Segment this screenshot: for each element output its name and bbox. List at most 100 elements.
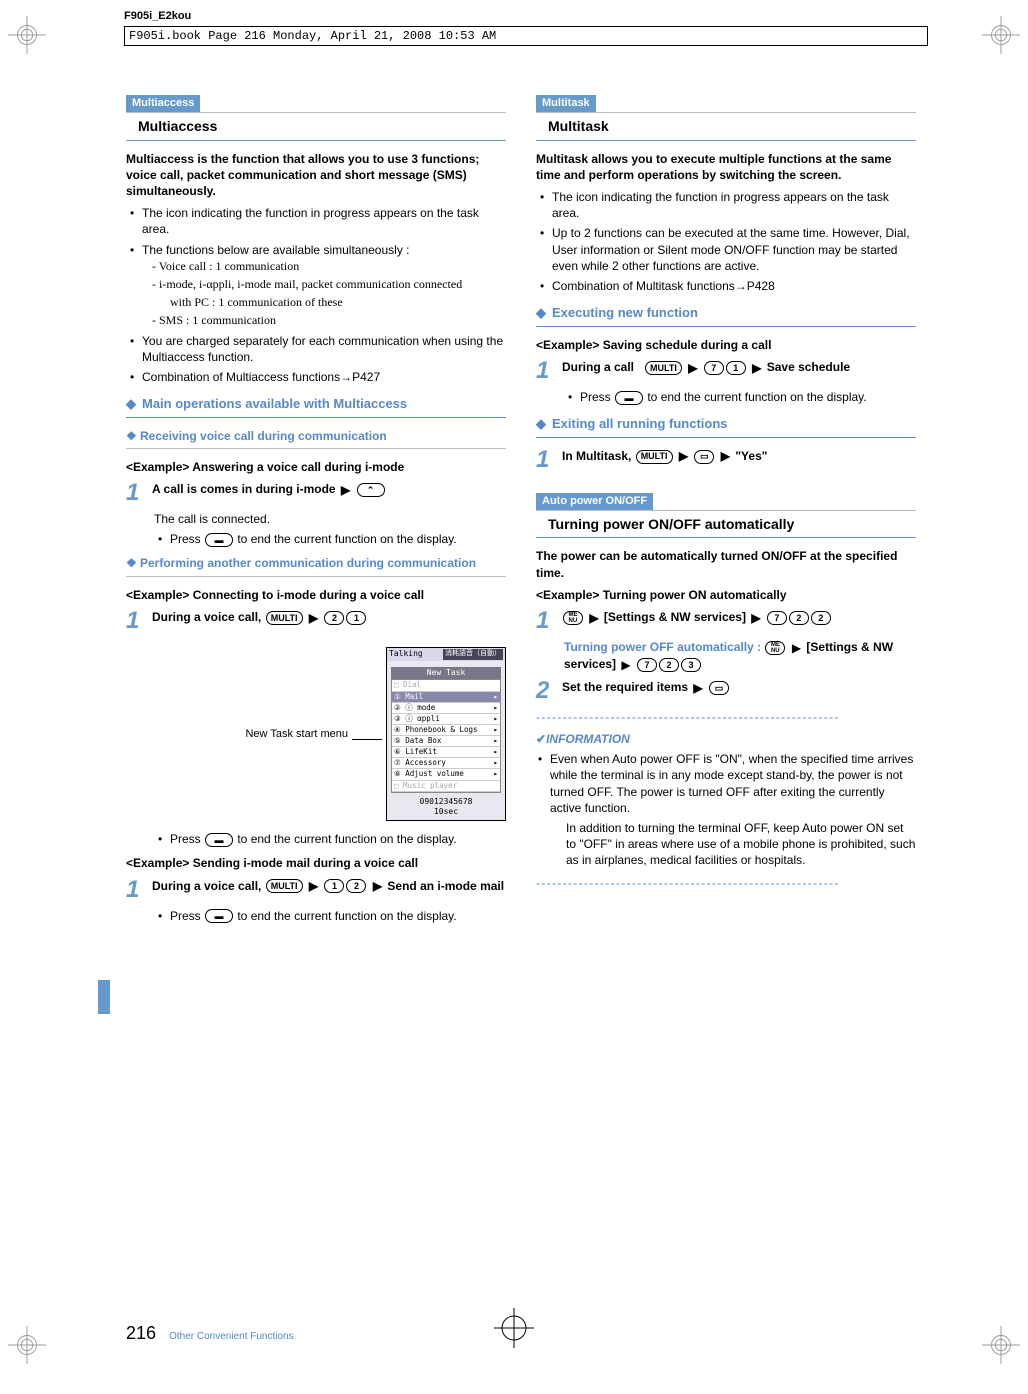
- section-title-autopower: Turning power ON/OFF automatically: [536, 511, 916, 538]
- step-1b: 1 During a voice call, MULTI ▶ 21: [126, 609, 506, 633]
- triangle-icon: ▶: [752, 360, 761, 376]
- step-r2: 1 In Multitask, MULTI ▶ ▭ ▶ "Yes": [536, 448, 916, 472]
- registration-mark-icon: [982, 1326, 1020, 1364]
- multi-key-icon: MULTI: [266, 611, 303, 625]
- step-number: 1: [536, 359, 556, 383]
- connector-line: [352, 739, 382, 740]
- end-key-icon: ▬: [205, 909, 233, 923]
- step-number: 1: [126, 481, 146, 505]
- bullet-text: The functions below are available simult…: [142, 243, 409, 257]
- end-key-icon: ▬: [205, 833, 233, 847]
- triangle-icon: ▶: [341, 482, 350, 498]
- book-key-icon: ▭: [709, 681, 729, 695]
- intro-autopower: The power can be automatically turned ON…: [536, 548, 916, 580]
- step-body: Set the required items ▶ ▭: [562, 679, 916, 703]
- example-label: <Example> Sending i-mode mail during a v…: [126, 855, 506, 871]
- menu-item: ① Mail▸: [392, 692, 500, 703]
- step-bullets: Press ▬ to end the current function on t…: [536, 389, 916, 405]
- bullet-item: Up to 2 functions can be executed at the…: [536, 225, 916, 274]
- page-number: 216: [126, 1323, 156, 1343]
- info-text: Even when Auto power OFF is "ON", when t…: [550, 752, 913, 815]
- section-tag-multitask: Multitask: [536, 95, 596, 112]
- call-key-icon: ⌃: [357, 483, 385, 497]
- multi-key-icon: MULTI: [645, 361, 682, 375]
- step-bullet: Press ▬ to end the current function on t…: [564, 389, 916, 405]
- step-sub: Turning power OFF automatically : MENU ▶…: [536, 639, 916, 673]
- registration-mark-icon: [982, 16, 1020, 54]
- bullet-list: The icon indicating the function in prog…: [536, 189, 916, 294]
- example-label: <Example> Turning power ON automatically: [536, 587, 916, 603]
- subheading-main-ops: Main operations available with Multiacce…: [126, 395, 506, 413]
- section-tag-multiaccess: Multiaccess: [126, 95, 200, 112]
- rule: [536, 537, 916, 538]
- rule: [126, 448, 506, 449]
- registration-mark-icon: [8, 1326, 46, 1364]
- step-text-tail: "Yes": [735, 449, 767, 463]
- key-2-icon: 2: [789, 611, 809, 625]
- book-key-icon: ▭: [694, 450, 714, 464]
- registration-mark-icon: [8, 16, 46, 54]
- menu-item: ⑧ Adjust volume▸: [392, 769, 500, 780]
- step-body: During a call MULTI ▶ 71 ▶ Save schedule: [562, 359, 916, 383]
- key-3-icon: 3: [681, 658, 701, 672]
- step-text: During a call: [562, 360, 634, 374]
- bullet-item: Combination of Multitask functions→P428: [536, 278, 916, 294]
- left-column: Multiaccess Multiaccess Multiaccess is t…: [126, 94, 506, 932]
- bullet-list: The icon indicating the function in prog…: [126, 205, 506, 385]
- step-1c: 1 During a voice call, MULTI ▶ 12 ▶ Send…: [126, 878, 506, 902]
- example-label: <Example> Saving schedule during a call: [536, 337, 916, 353]
- bullet-item: The icon indicating the function in prog…: [536, 189, 916, 221]
- sub-item: - i-mode, i-αppli, i-mode mail, packet c…: [152, 276, 506, 292]
- menu-item: ④ Phonebook & Logs▸: [392, 725, 500, 736]
- left-side-tab: [98, 980, 110, 1014]
- step-1: 1 A call is comes in during i-mode ▶ ⌃: [126, 481, 506, 505]
- rule: [536, 140, 916, 141]
- sub-item: - SMS : 1 communication: [152, 312, 506, 328]
- end-key-icon: ▬: [205, 533, 233, 547]
- header-book-info: F905i.book Page 216 Monday, April 21, 20…: [124, 26, 928, 46]
- crosshair-icon: [494, 1308, 534, 1348]
- chevron-right-icon: ▸: [493, 703, 498, 713]
- triangle-icon: ▶: [679, 448, 688, 464]
- footer-category: Other Convenient Functions: [169, 1331, 294, 1342]
- key-7-icon: 7: [704, 361, 724, 375]
- intro-multiaccess: Multiaccess is the function that allows …: [126, 151, 506, 200]
- info-inner: In addition to turning the terminal OFF,…: [550, 820, 916, 869]
- sub-item: with PC : 1 communication of these: [152, 294, 506, 310]
- chevron-right-icon: ▸: [493, 725, 498, 735]
- key-2-icon: 2: [324, 611, 344, 625]
- dash-rule: - - - - - - - - - - - - - - - - - - - - …: [536, 709, 916, 725]
- end-key-icon: ▬: [615, 391, 643, 405]
- triangle-icon: ▶: [373, 878, 382, 894]
- step-bullets: Press ▬ to end the current function on t…: [126, 831, 506, 847]
- triangle-icon: ▶: [792, 640, 801, 656]
- triangle-icon: ▶: [688, 360, 697, 376]
- key-2-icon: 2: [659, 658, 679, 672]
- footer: 216 Other Convenient Functions: [126, 1323, 294, 1344]
- bullet-item: The functions below are available simult…: [126, 242, 506, 329]
- bullet-item: You are charged separately for each comm…: [126, 333, 506, 365]
- menu-key-icon: MENU: [765, 641, 785, 655]
- dash-rule: - - - - - - - - - - - - - - - - - - - - …: [536, 875, 916, 891]
- menu-item: □ Music player: [392, 781, 500, 792]
- triangle-icon: ▶: [589, 610, 598, 626]
- rule: [536, 437, 916, 438]
- section-title-multitask: Multitask: [536, 113, 916, 140]
- key-1-icon: 1: [346, 611, 366, 625]
- subheading-performing: Performing another communication during …: [126, 555, 506, 571]
- chevron-right-icon: ▸: [493, 714, 498, 724]
- information-heading: ✔INFORMATION: [536, 731, 916, 747]
- rule: [536, 326, 916, 327]
- subheading-receiving: Receiving voice call during communicatio…: [126, 428, 506, 444]
- step-continuation: The call is connected.: [126, 511, 506, 527]
- menu-item: ⑤ Data Box▸: [392, 736, 500, 747]
- menu-item: ③ ⓘ αppli▸: [392, 714, 500, 725]
- section-tag-autopower: Auto power ON/OFF: [536, 493, 653, 510]
- step-ap2: 2 Set the required items ▶ ▭: [536, 679, 916, 703]
- step-text: In Multitask,: [562, 449, 631, 463]
- triangle-icon: ▶: [751, 610, 760, 626]
- triangle-icon: ▶: [309, 610, 318, 626]
- phone-title-row: Talking 消耗語音（自動）: [387, 648, 505, 661]
- menu-item: ⑥ LifeKit▸: [392, 747, 500, 758]
- step-bullet: Press ▬ to end the current function on t…: [154, 531, 506, 547]
